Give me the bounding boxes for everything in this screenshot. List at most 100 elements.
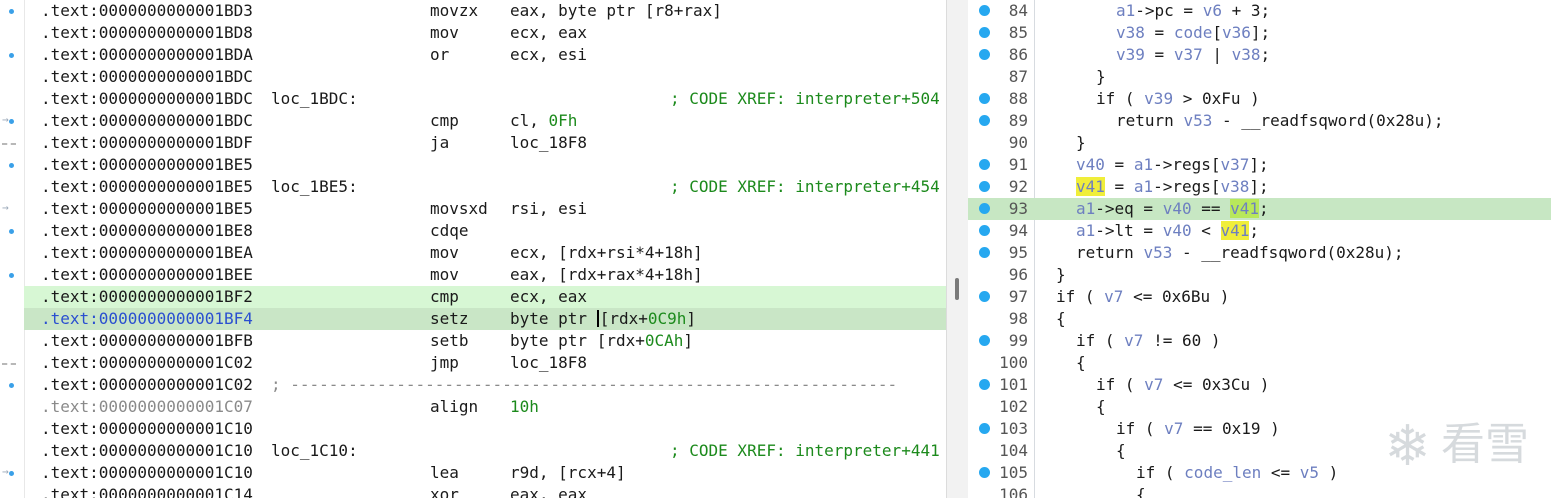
variable-token[interactable]: a1 <box>1116 1 1135 20</box>
variable-token[interactable]: v41 <box>1230 199 1260 218</box>
code-text[interactable]: v41 = a1->regs[v38]; <box>1076 176 1269 198</box>
disasm-row[interactable]: .text:0000000000001BE5 loc_1BE5: ; CODE XR… <box>24 176 946 198</box>
code-token[interactable]: = <box>1105 155 1134 174</box>
variable-token[interactable]: v6 <box>1203 1 1222 20</box>
pseudocode-line[interactable]: 97 if ( v7 <= 0x6Bu ) <box>968 286 1551 308</box>
disasm-row[interactable]: .text:0000000000001BF4 setz byte ptr [rdx+… <box>24 308 946 330</box>
code-text[interactable]: if ( v7 <= 0x3Cu ) <box>1096 374 1269 396</box>
code-token[interactable]: = <box>1145 45 1174 64</box>
variable-token[interactable]: code <box>1174 23 1213 42</box>
disasm-row[interactable]: .text:0000000000001C07 align 10h <box>24 396 946 418</box>
variable-token[interactable]: v36 <box>1222 23 1251 42</box>
breakpoint-dot-icon[interactable] <box>979 115 990 126</box>
mnemonic[interactable]: movsxd <box>430 198 488 220</box>
variable-token[interactable]: v7 <box>1164 419 1183 438</box>
xref-comment[interactable]: ; CODE XREF: interpreter+454 <box>670 176 940 198</box>
disasm-row[interactable]: .text:0000000000001BD8 mov ecx, eax <box>24 22 946 44</box>
code-text[interactable]: { <box>1076 352 1086 374</box>
pseudocode-line[interactable]: 95 return v53 - __readfsqword(0x28u); <box>968 242 1551 264</box>
address[interactable]: .text:0000000000001BFB <box>41 330 253 352</box>
code-token[interactable]: == <box>1192 199 1231 218</box>
code-token[interactable]: { <box>1076 353 1086 372</box>
code-token[interactable]: == 0x19 ) <box>1183 419 1280 438</box>
disasm-row[interactable]: .text:0000000000001BDC cmp cl, 0Fh <box>24 110 946 132</box>
operand-text[interactable]: loc_18F8 <box>510 353 587 372</box>
code-text[interactable]: if ( v7 == 0x19 ) <box>1116 418 1280 440</box>
operand-number[interactable]: 0C9h <box>648 309 687 328</box>
operands[interactable]: r9d, [rcx+4] <box>510 462 626 484</box>
code-text[interactable]: a1->lt = v40 < v41; <box>1076 220 1259 242</box>
mnemonic[interactable]: lea <box>430 462 459 484</box>
variable-token[interactable]: v39 <box>1144 89 1173 108</box>
code-token[interactable]: { <box>1096 397 1106 416</box>
pseudocode-line[interactable]: 89 return v53 - __readfsqword(0x28u); <box>968 110 1551 132</box>
code-token[interactable]: [ <box>1212 23 1222 42</box>
operand-text[interactable]: ecx, esi <box>510 45 587 64</box>
code-token[interactable]: ->regs[ <box>1153 177 1220 196</box>
code-text[interactable]: a1->pc = v6 + 3; <box>1116 0 1270 22</box>
disasm-row[interactable]: .text:0000000000001BD3 movzx eax, byte ptr… <box>24 0 946 22</box>
operands[interactable]: loc_18F8 <box>510 352 587 374</box>
code-text[interactable]: return v53 - __readfsqword(0x28u); <box>1076 242 1404 264</box>
operand-text[interactable]: ecx, eax <box>510 23 587 42</box>
code-text[interactable]: { <box>1056 308 1066 330</box>
mnemonic[interactable]: mov <box>430 264 459 286</box>
pseudocode-line[interactable]: 101 if ( v7 <= 0x3Cu ) <box>968 374 1551 396</box>
code-token[interactable]: if ( <box>1096 89 1144 108</box>
code-text[interactable]: if ( v7 <= 0x6Bu ) <box>1056 286 1229 308</box>
code-token[interactable]: ->lt = <box>1095 221 1162 240</box>
variable-token[interactable]: v53 <box>1183 111 1212 130</box>
operands[interactable]: ecx, eax <box>510 286 587 308</box>
variable-token[interactable]: v40 <box>1163 199 1192 218</box>
disasm-row[interactable]: .text:0000000000001C10 lea r9d, [rcx+4] <box>24 462 946 484</box>
pseudocode-line[interactable]: 86 v39 = v37 | v38; <box>968 44 1551 66</box>
operands[interactable]: 10h <box>510 396 539 418</box>
operand-number[interactable]: 0Fh <box>549 111 578 130</box>
pseudocode-line[interactable]: 90} <box>968 132 1551 154</box>
address[interactable]: .text:0000000000001BF4 <box>41 308 253 330</box>
mnemonic[interactable]: cmp <box>430 110 459 132</box>
variable-token[interactable]: v40 <box>1163 221 1192 240</box>
code-token[interactable]: <= 0x6Bu ) <box>1123 287 1229 306</box>
operand-text[interactable]: ] <box>686 309 696 328</box>
address[interactable]: .text:0000000000001BE5 <box>41 154 253 176</box>
variable-token[interactable]: v38 <box>1116 23 1145 42</box>
address[interactable]: .text:0000000000001BDC <box>41 66 253 88</box>
operand-number[interactable]: 10h <box>510 397 539 416</box>
mnemonic[interactable]: cmp <box>430 286 459 308</box>
breakpoint-dot-icon[interactable] <box>979 291 990 302</box>
address[interactable]: .text:0000000000001BDA <box>41 44 253 66</box>
operands[interactable]: cl, 0Fh <box>510 110 577 132</box>
variable-token[interactable]: v40 <box>1076 155 1105 174</box>
breakpoint-dot-icon[interactable] <box>979 93 990 104</box>
code-text[interactable]: return v53 - __readfsqword(0x28u); <box>1116 110 1444 132</box>
operands[interactable]: byte ptr [rdx+0CAh] <box>510 330 693 352</box>
mnemonic[interactable]: setb <box>430 330 469 352</box>
code-token[interactable]: > 0xFu ) <box>1173 89 1260 108</box>
variable-token[interactable]: v37 <box>1221 155 1250 174</box>
code-token[interactable]: - __readfsqword(0x28u); <box>1212 111 1444 130</box>
code-token[interactable]: { <box>1116 441 1126 460</box>
variable-token[interactable]: v53 <box>1143 243 1172 262</box>
address[interactable]: .text:0000000000001BDC <box>41 88 253 110</box>
pseudocode-line[interactable]: 87} <box>968 66 1551 88</box>
code-token[interactable]: ) <box>1319 463 1339 482</box>
operand-text[interactable]: r9d, [rcx+4] <box>510 463 626 482</box>
operand-text[interactable]: rsi, esi <box>510 199 587 218</box>
mnemonic[interactable]: setz <box>430 308 469 330</box>
operands[interactable]: byte ptr [rdx+0C9h] <box>510 308 696 330</box>
pseudocode-line[interactable]: 91 v40 = a1->regs[v37]; <box>968 154 1551 176</box>
mnemonic[interactable]: xor <box>430 484 459 498</box>
xref-comment[interactable]: ; CODE XREF: interpreter+504 <box>670 88 940 110</box>
address[interactable]: .text:0000000000001BDC <box>41 110 253 132</box>
code-token[interactable]: { <box>1136 485 1146 498</box>
code-token[interactable]: } <box>1076 133 1086 152</box>
mnemonic[interactable]: mov <box>430 22 459 44</box>
code-text[interactable]: { <box>1116 440 1126 462</box>
code-token[interactable]: = <box>1145 23 1174 42</box>
code-token[interactable]: ->regs[ <box>1153 155 1220 174</box>
code-token[interactable]: if ( <box>1056 287 1104 306</box>
code-text[interactable]: } <box>1076 132 1086 154</box>
variable-token[interactable]: v41 <box>1076 177 1105 196</box>
disasm-row[interactable]: .text:0000000000001BF2 cmp ecx, eax <box>24 286 946 308</box>
